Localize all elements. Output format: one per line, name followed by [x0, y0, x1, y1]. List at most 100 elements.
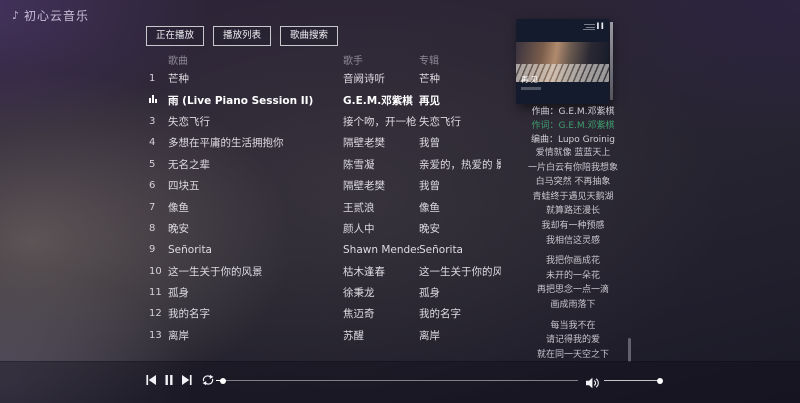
lyric-line: 青蛙终于遇见天鹅湖 — [496, 190, 650, 205]
artist-name: 焦迈奇 — [343, 306, 419, 321]
artist-name: 隔壁老樊 — [343, 135, 419, 150]
lyric-line: 请记得我的爱 — [496, 333, 650, 348]
song-table: 歌曲 歌手 专辑 1芒种音阙诗听芒种雨 (Live Piano Session … — [145, 50, 501, 346]
credit-line: 作曲：G.E.M.邓紫棋 — [503, 105, 643, 119]
song-title: 这一生关于你的风景 — [165, 264, 343, 279]
header-artist: 歌手 — [343, 52, 419, 67]
row-index: 8 — [145, 223, 165, 234]
row-index: 3 — [145, 116, 165, 127]
row-index: 7 — [145, 202, 165, 213]
album-name: Señorita — [419, 244, 501, 256]
pause-button[interactable] — [165, 375, 173, 385]
lyric-line: 我把你画成花 — [496, 254, 650, 269]
album-name: 这一生关于你的风景 — [419, 264, 501, 279]
tab-now-playing[interactable]: 正在播放 — [146, 26, 204, 46]
row-index: 13 — [145, 330, 165, 341]
album-name: 晚安 — [419, 221, 501, 236]
repeat-button[interactable] — [201, 374, 215, 386]
progress-knob[interactable] — [220, 378, 226, 384]
artist-name: 王贰浪 — [343, 200, 419, 215]
volume-knob[interactable] — [657, 378, 663, 384]
previous-track-button[interactable] — [146, 375, 156, 385]
table-row[interactable]: 4多想在平庸的生活拥抱你隔壁老樊我曾 — [145, 132, 501, 153]
album-name: 像鱼 — [419, 200, 501, 215]
header-album: 专辑 — [419, 52, 501, 67]
table-row[interactable]: 13离岸苏醒离岸 — [145, 325, 501, 346]
player-bar — [0, 361, 800, 403]
artist-name: 颜人中 — [343, 221, 419, 236]
song-credits: 作曲：G.E.M.邓紫棋作词：G.E.M.邓紫棋编曲：Lupo Groinig — [503, 105, 643, 147]
artist-name: G.E.M.邓紫棋 — [343, 93, 419, 108]
table-row[interactable]: 1芒种音阙诗听芒种 — [145, 68, 501, 89]
music-note-icon: ♪ — [12, 9, 20, 22]
previous-track-icon — [146, 375, 156, 385]
lyric-line: 就算路还漫长 — [496, 204, 650, 219]
song-title: 多想在平庸的生活拥抱你 — [165, 135, 343, 150]
artist-name: 隔壁老樊 — [343, 178, 419, 193]
row-index: 4 — [145, 137, 165, 148]
song-title: 我的名字 — [165, 306, 343, 321]
lyric-line: 白马突然 不再抽象 — [496, 175, 650, 190]
lyric-line: 我却有一种预感 — [496, 219, 650, 234]
table-row[interactable]: 9SeñoritaShawn MendesSeñorita — [145, 239, 501, 260]
header-song: 歌曲 — [165, 52, 343, 67]
artist-name: 徐秉龙 — [343, 285, 419, 300]
lyrics-scrollbar[interactable] — [628, 338, 631, 362]
volume-button[interactable] — [586, 374, 600, 393]
cover-album-title: 再见 — [521, 74, 540, 85]
table-row[interactable]: 8晚安颜人中晚安 — [145, 218, 501, 239]
artist-name: 音阙诗听 — [343, 71, 419, 86]
app-title: 初心云音乐 — [24, 7, 89, 24]
lyric-line: 我相信这灵感 — [496, 234, 650, 249]
song-title: 离岸 — [165, 328, 343, 343]
row-index: 9 — [145, 244, 165, 255]
song-title: 失恋飞行 — [165, 114, 343, 129]
row-index: 1 — [145, 73, 165, 84]
lyric-line: 未开的一朵花 — [496, 269, 650, 284]
next-track-icon — [182, 375, 192, 385]
lyric-line: 每当我不在 — [496, 319, 650, 334]
album-name: 芒种 — [419, 71, 501, 86]
table-row[interactable]: 10这一生关于你的风景枯木逢春这一生关于你的风景 — [145, 261, 501, 282]
album-name: 我的名字 — [419, 306, 501, 321]
album-name: 孤身 — [419, 285, 501, 300]
artist-name: 陈雪凝 — [343, 157, 419, 172]
artist-name: 接个吻，开一枪 — [343, 114, 419, 129]
song-table-header: 歌曲 歌手 专辑 — [145, 50, 501, 68]
credit-line: 编曲：Lupo Groinig — [503, 133, 643, 147]
table-row[interactable]: 11孤身徐秉龙孤身 — [145, 282, 501, 303]
table-row[interactable]: 6四块五隔壁老樊我曾 — [145, 175, 501, 196]
song-title: 无名之辈 — [165, 157, 343, 172]
row-index: 6 — [145, 180, 165, 191]
lyric-stanza: 我把你画成花未开的一朵花再把思念一点一滴画成雨落下 — [496, 254, 650, 312]
album-name: 亲爱的，热爱的 影视... — [419, 157, 501, 172]
lyric-line: 就在同一天空之下 — [496, 348, 650, 362]
table-row[interactable]: 5无名之辈陈雪凝亲爱的，热爱的 影视... — [145, 154, 501, 175]
table-row[interactable]: 12我的名字焦迈奇我的名字 — [145, 303, 501, 324]
song-title: Señorita — [165, 244, 343, 256]
album-name: 我曾 — [419, 178, 501, 193]
table-row[interactable]: 3失恋飞行接个吻，开一枪失恋飞行 — [145, 111, 501, 132]
row-index: 10 — [145, 266, 165, 277]
volume-bar[interactable] — [604, 380, 660, 381]
cover-mark: II — [596, 22, 605, 32]
lyrics-panel: 爱情就像 蓝蓝天上一片白云有你陪我想象白马突然 不再抽象青蛙终于遇见天鹅湖就算路… — [496, 146, 650, 362]
transport-controls — [146, 373, 215, 387]
tab-playlist[interactable]: 播放列表 — [213, 26, 271, 46]
table-row[interactable]: 雨 (Live Piano Session II)G.E.M.邓紫棋再见 — [145, 89, 501, 110]
playing-bars-icon — [149, 95, 157, 103]
progress-bar[interactable] — [216, 380, 578, 381]
song-title: 像鱼 — [165, 200, 343, 215]
lyric-line: 再把思念一点一滴 — [496, 283, 650, 298]
album-name: 再见 — [419, 93, 501, 108]
app-header: ♪ 初心云音乐 — [12, 7, 89, 24]
artist-name: 枯木逢春 — [343, 264, 419, 279]
lyric-stanza: 每当我不在请记得我的爱就在同一天空之下远远地灌溉 — [496, 319, 650, 362]
song-table-body: 1芒种音阙诗听芒种雨 (Live Piano Session II)G.E.M.… — [145, 68, 501, 346]
next-track-button[interactable] — [182, 375, 192, 385]
row-index: 12 — [145, 308, 165, 319]
tab-bar: 正在播放 播放列表 歌曲搜索 — [146, 26, 338, 46]
table-row[interactable]: 7像鱼王贰浪像鱼 — [145, 196, 501, 217]
tab-song-search[interactable]: 歌曲搜索 — [280, 26, 338, 46]
album-name: 失恋飞行 — [419, 114, 501, 129]
